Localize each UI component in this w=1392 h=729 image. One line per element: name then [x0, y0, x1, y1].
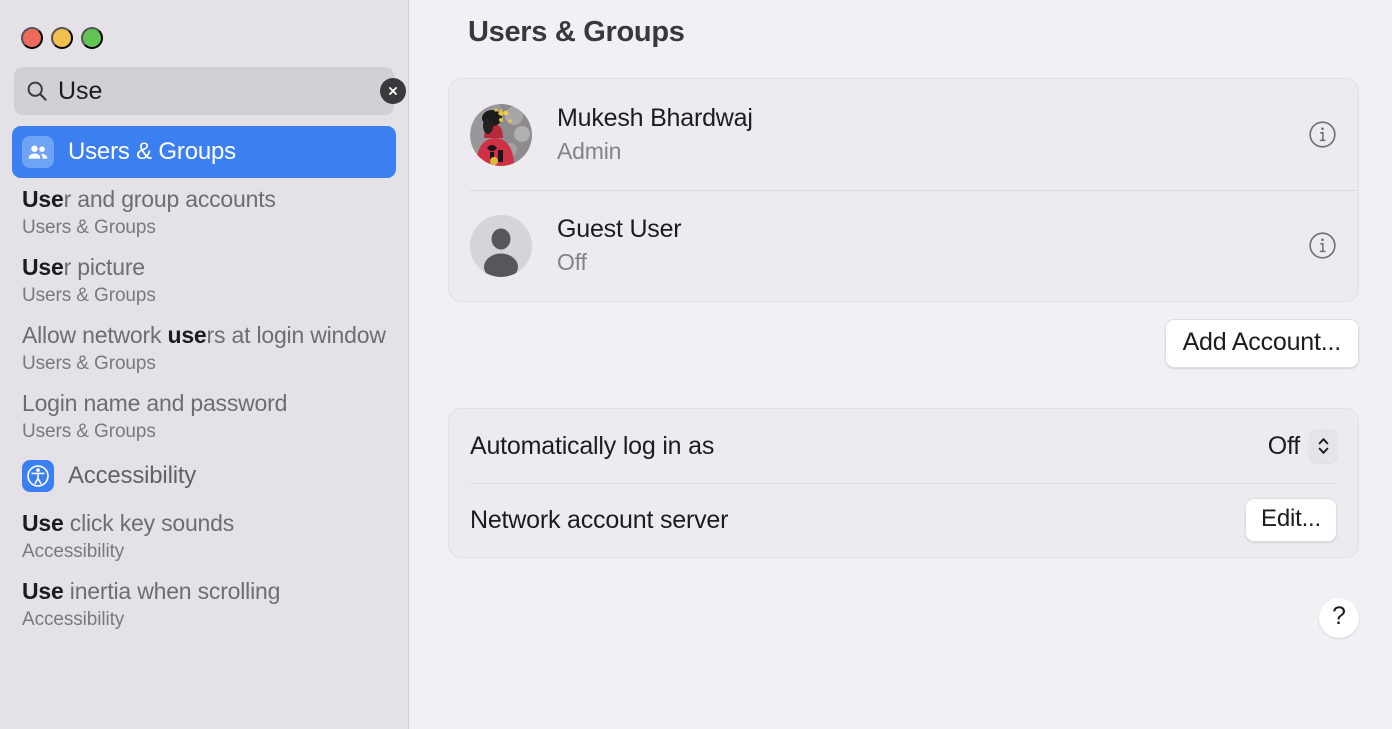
- account-text: Guest User Off: [557, 214, 1307, 277]
- auto-login-value: Off: [1267, 431, 1300, 460]
- sidebar-item-label: Users & Groups: [68, 138, 236, 165]
- minimize-window-button[interactable]: [51, 27, 73, 49]
- search-hit[interactable]: Login name and password Users & Groups: [12, 382, 396, 450]
- search-hit-subtitle: Accessibility: [22, 609, 125, 630]
- help-row: ?: [409, 558, 1392, 638]
- info-circle-icon[interactable]: [1307, 231, 1337, 261]
- search-hit[interactable]: User picture Users & Groups: [12, 246, 396, 314]
- search-results-list: Users & Groups User and group accounts U…: [0, 126, 408, 638]
- account-role: Off: [557, 249, 587, 275]
- window-controls: [0, 0, 408, 54]
- clear-search-button[interactable]: [380, 78, 406, 104]
- search-hit-subtitle: Users & Groups: [22, 421, 156, 442]
- sidebar: Users & Groups User and group accounts U…: [0, 0, 409, 729]
- search-input[interactable]: [58, 76, 380, 106]
- search-hit-title: Allow network users at login window: [22, 322, 386, 348]
- search-hit-title: Login name and password: [22, 390, 288, 416]
- network-account-server-row: Network account server Edit...: [449, 483, 1358, 557]
- search-hit[interactable]: User and group accounts Users & Groups: [12, 178, 396, 246]
- person-placeholder-avatar: [470, 214, 532, 277]
- search-hit[interactable]: Use inertia when scrolling Accessibility: [12, 570, 396, 638]
- search-hit-subtitle: Accessibility: [22, 541, 125, 562]
- edit-network-account-server-button[interactable]: Edit...: [1245, 498, 1337, 542]
- add-account-button[interactable]: Add Account...: [1164, 319, 1359, 368]
- photo-avatar: [470, 103, 532, 166]
- sidebar-item-users-and-groups[interactable]: Users & Groups: [12, 126, 396, 178]
- search-icon: [24, 78, 50, 104]
- login-settings-card: Automatically log in as Off Network acco…: [448, 408, 1359, 558]
- search-hit[interactable]: Use click key sounds Accessibility: [12, 502, 396, 570]
- maximize-window-button[interactable]: [81, 27, 103, 49]
- search-hit-subtitle: Users & Groups: [22, 217, 156, 238]
- search-hit-title: Use click key sounds: [22, 510, 235, 536]
- search-hit-title: User picture: [22, 254, 145, 280]
- sidebar-item-label: Accessibility: [68, 462, 197, 489]
- accessibility-icon: [22, 460, 54, 492]
- sidebar-item-accessibility[interactable]: Accessibility: [12, 450, 396, 502]
- auto-login-popup-stepper[interactable]: [1309, 429, 1337, 463]
- content-pane: Users & Groups Mukesh Bhardwaj Admin Gue…: [409, 0, 1392, 729]
- search-hit[interactable]: Allow network users at login window User…: [12, 314, 396, 382]
- accounts-card: Mukesh Bhardwaj Admin Guest User Off: [448, 78, 1359, 302]
- account-text: Mukesh Bhardwaj Admin: [557, 103, 1307, 166]
- auto-login-row: Automatically log in as Off: [449, 409, 1358, 483]
- account-role: Admin: [557, 138, 622, 164]
- search-hit-title: User and group accounts: [22, 186, 276, 212]
- close-window-button[interactable]: [21, 27, 43, 49]
- account-name: Mukesh Bhardwaj: [557, 104, 753, 132]
- search-hit-title: Use inertia when scrolling: [22, 578, 281, 604]
- search-hit-subtitle: Users & Groups: [22, 353, 156, 374]
- account-row[interactable]: Guest User Off: [449, 190, 1358, 301]
- add-account-row: Add Account...: [409, 302, 1392, 368]
- auto-login-label: Automatically log in as: [470, 431, 715, 460]
- search-field[interactable]: [14, 67, 406, 115]
- account-name: Guest User: [557, 215, 682, 243]
- system-settings-window: Users & Groups User and group accounts U…: [0, 0, 1392, 729]
- page-title: Users & Groups: [468, 16, 685, 48]
- help-button[interactable]: ?: [1319, 598, 1359, 638]
- search-hit-subtitle: Users & Groups: [22, 285, 156, 306]
- account-row[interactable]: Mukesh Bhardwaj Admin: [449, 79, 1358, 190]
- info-circle-icon[interactable]: [1307, 120, 1337, 150]
- network-account-server-label: Network account server: [470, 505, 729, 534]
- users-group-icon: [22, 136, 54, 168]
